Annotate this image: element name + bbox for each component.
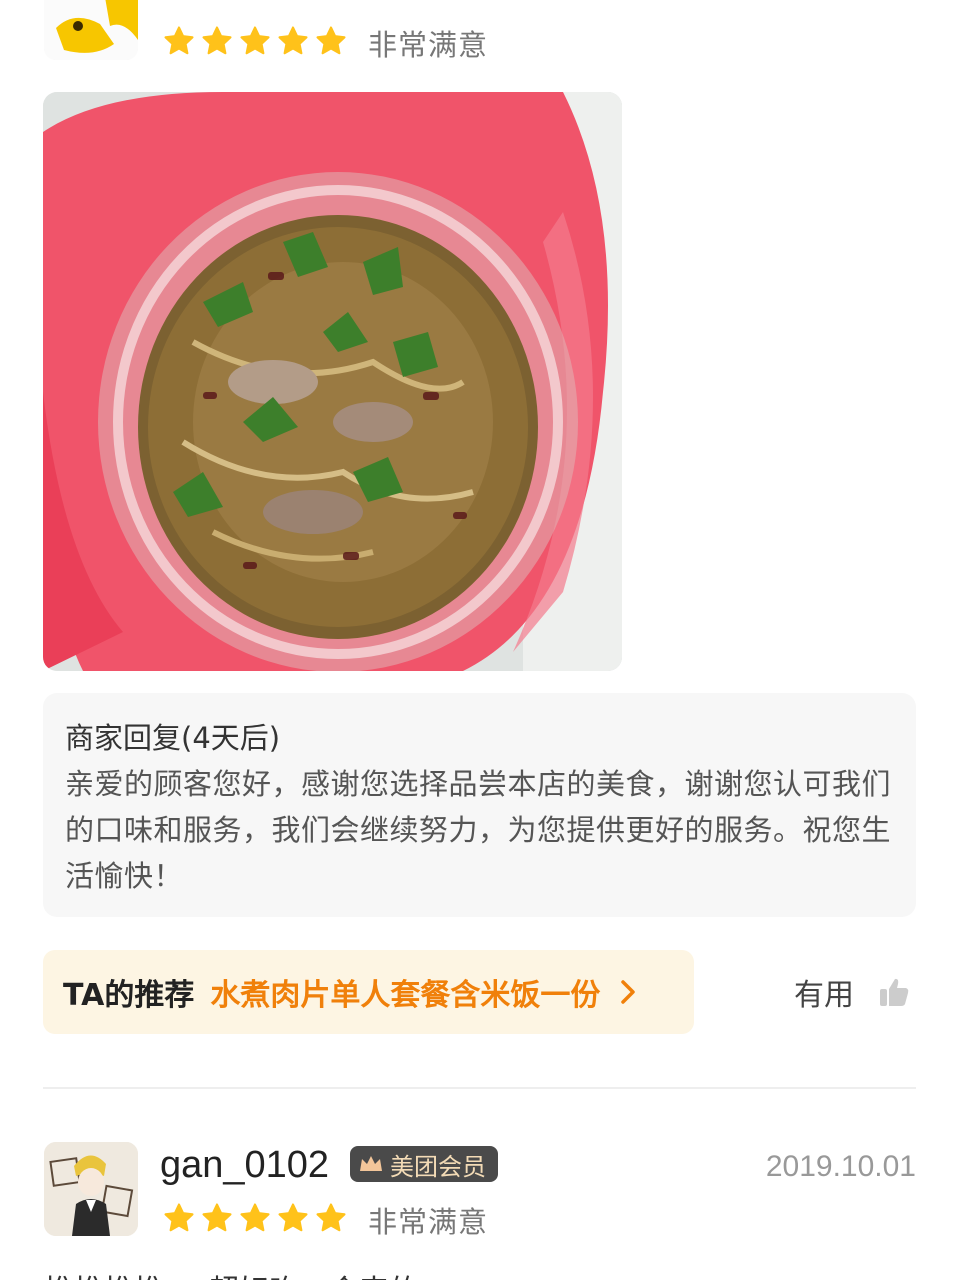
- star-icon: [202, 26, 232, 55]
- divider: [43, 1087, 916, 1089]
- reviewer-avatar-top[interactable]: [44, 0, 138, 60]
- star-icon: [164, 26, 194, 55]
- review-list-page: 非常满意 商家回复(4天后) 亲爱的顾客您好，感谢您选择品尝本店的美食，谢谢您认…: [0, 0, 960, 1280]
- reviewer-avatar[interactable]: [44, 1142, 138, 1236]
- star-icon: [202, 1203, 232, 1232]
- reviewer-username[interactable]: gan_0102: [160, 1144, 329, 1187]
- member-badge-label: 美团会员: [390, 1152, 486, 1181]
- merchant-reply-box: 商家回复(4天后) 亲爱的顾客您好，感谢您选择品尝本店的美食，谢谢您认可我们的口…: [43, 693, 916, 917]
- rating-text: 非常满意: [368, 1205, 489, 1239]
- star-icon: [278, 26, 308, 55]
- review-date: 2019.10.01: [765, 1150, 916, 1183]
- merchant-reply-title: 商家回复(4天后): [65, 721, 281, 755]
- review-text-preview: 推推推推，，超好吃，会来的: [44, 1266, 419, 1280]
- recommendation-pill[interactable]: TA的推荐 水煮肉片单人套餐含米饭一份: [43, 950, 694, 1034]
- star-icon: [164, 1203, 194, 1232]
- review-photo[interactable]: [43, 92, 622, 671]
- rating-text-top: 非常满意: [368, 28, 489, 62]
- useful-button[interactable]: 有用: [794, 970, 910, 1014]
- star-icon: [316, 1203, 346, 1232]
- member-badge: 美团会员: [350, 1146, 498, 1182]
- star-icon: [240, 1203, 270, 1232]
- chevron-right-icon: [621, 980, 636, 1004]
- star-icon: [316, 26, 346, 55]
- merchant-reply-text: 亲爱的顾客您好，感谢您选择品尝本店的美食，谢谢您认可我们的口味和服务，我们会继续…: [65, 767, 892, 893]
- thumbs-up-icon: [880, 978, 909, 1006]
- crown-icon: [360, 1156, 382, 1171]
- star-icon: [278, 1203, 308, 1232]
- useful-label: 有用: [794, 978, 854, 1013]
- recommended-dish: 水煮肉片单人套餐含米饭一份: [210, 978, 601, 1013]
- recommendation-label: TA的推荐: [63, 978, 195, 1013]
- rating-stars-top: [162, 24, 348, 58]
- star-icon: [240, 26, 270, 55]
- rating-stars: [162, 1201, 348, 1235]
